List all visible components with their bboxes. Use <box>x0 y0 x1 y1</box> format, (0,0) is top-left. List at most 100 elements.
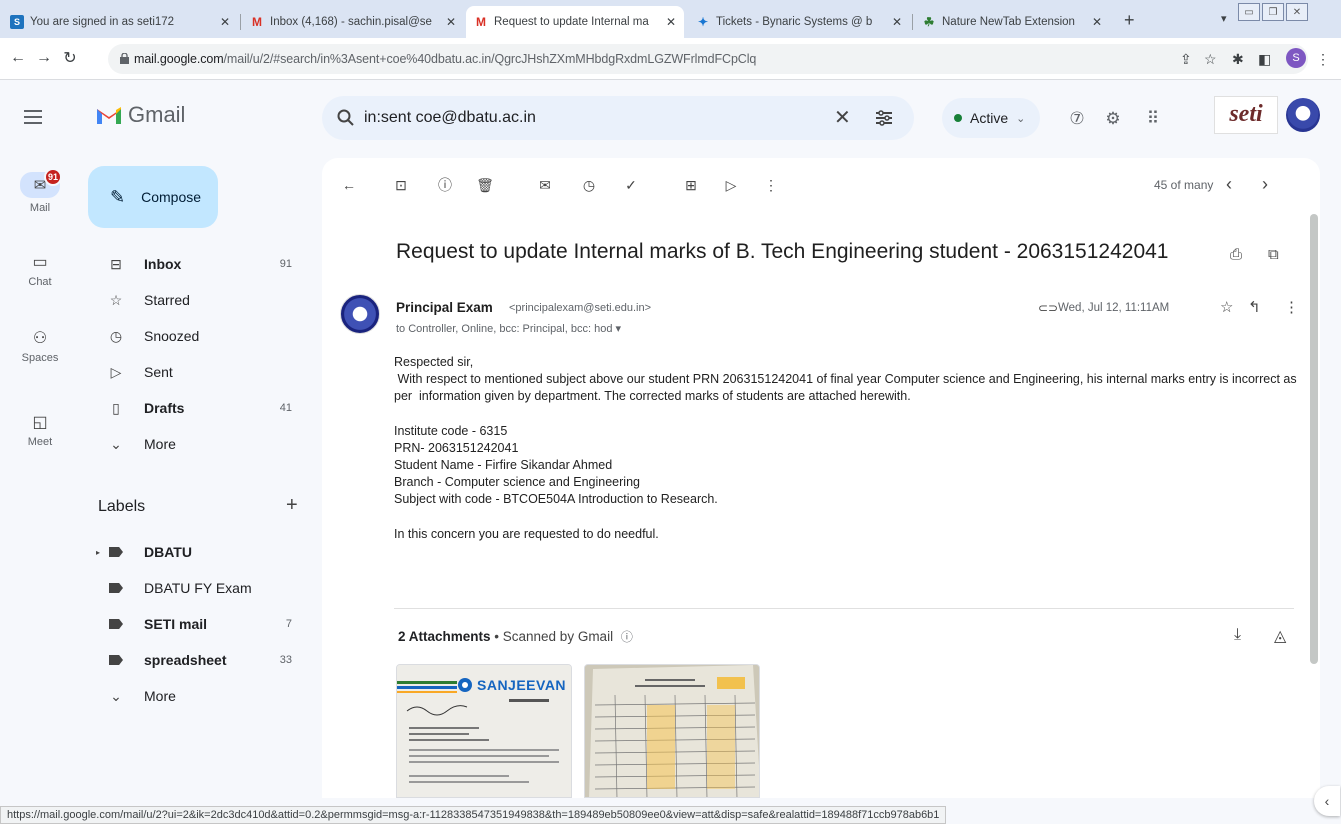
rail-item-chat[interactable]: ▭ Chat <box>0 252 80 288</box>
organization-logo[interactable]: seti <box>1214 96 1278 134</box>
rail-item-meet[interactable]: ◱ Meet <box>0 412 80 448</box>
print-icon[interactable]: ⎙ <box>1230 246 1242 263</box>
more-options-icon[interactable]: ⋮ <box>762 176 780 194</box>
older-chevron-icon[interactable]: › <box>1262 174 1268 195</box>
apps-grid-icon[interactable]: ⠿ <box>1142 108 1164 130</box>
reload-icon[interactable]: ↻ <box>60 48 80 68</box>
message-more-icon[interactable]: ⋮ <box>1284 298 1299 316</box>
address-bar[interactable]: mail.google.com/mail/u/2/#search/in%3Ase… <box>108 44 1308 74</box>
info-icon[interactable]: ⓘ <box>621 630 633 644</box>
sidebar-item-drafts[interactable]: ▯ Drafts 41 <box>80 392 314 424</box>
browser-tab[interactable]: S You are signed in as seti172 ✕ <box>2 6 238 38</box>
label-item-dbatu[interactable]: ▸ DBATU <box>80 536 314 568</box>
back-to-list-icon[interactable]: ← <box>340 176 358 194</box>
search-options-icon[interactable] <box>874 108 894 128</box>
compose-label: Compose <box>141 189 202 205</box>
rail-label: Mail <box>29 202 51 214</box>
report-spam-icon[interactable]: ⓘ <box>436 176 454 194</box>
rail-item-spaces[interactable]: ⚇ Spaces <box>0 328 80 364</box>
sidebar-item-label: Snoozed <box>144 328 200 344</box>
close-tab-icon[interactable]: ✕ <box>446 15 456 29</box>
browser-menu-icon[interactable]: ⋮ <box>1316 51 1330 68</box>
browser-tab[interactable]: ☘ Nature NewTab Extension ✕ <box>914 6 1110 38</box>
minimize-window-button[interactable]: ▭ <box>1238 3 1260 21</box>
show-side-panel-chevron-icon[interactable]: ‹ <box>1314 786 1340 816</box>
sidebar-item-sent[interactable]: ▷ Sent <box>80 356 314 388</box>
browser-tab[interactable]: M Inbox (4,168) - sachin.pisal@se ✕ <box>242 6 464 38</box>
label-item-seti-mail[interactable]: SETI mail 7 <box>80 608 314 640</box>
search-input[interactable]: in:sent coe@dbatu.ac.in <box>364 109 536 127</box>
delete-icon[interactable]: 🗑 <box>476 176 494 194</box>
unread-badge: 91 <box>44 168 62 186</box>
main-menu-icon[interactable] <box>24 110 42 128</box>
status-dropdown[interactable]: Active ⌄ <box>942 98 1040 138</box>
add-to-tasks-icon[interactable]: ✓ <box>622 176 640 194</box>
mark-unread-icon[interactable]: ✉ <box>536 176 554 194</box>
tab-search-chevron-icon[interactable]: ▾ <box>1221 12 1227 25</box>
move-to-icon[interactable]: ⊞ <box>682 176 700 194</box>
label-count: 33 <box>279 654 292 666</box>
recipients-details[interactable]: to Controller, Online, bcc: Principal, b… <box>396 322 621 335</box>
new-tab-button[interactable]: + <box>1124 10 1135 31</box>
search-icon[interactable] <box>336 108 356 128</box>
profile-avatar[interactable]: S <box>1286 48 1306 68</box>
restore-window-button[interactable]: ❐ <box>1262 3 1284 21</box>
detail-line: Branch - Computer science and Engineerin… <box>394 475 640 489</box>
label-item-spreadsheet[interactable]: spreadsheet 33 <box>80 644 314 676</box>
gmail-logo[interactable]: Gmail <box>96 102 185 128</box>
closing-line: In this concern you are requested to do … <box>394 527 659 541</box>
snooze-icon[interactable]: ◷ <box>580 176 598 194</box>
labels-more[interactable]: ⌄ More <box>80 680 314 712</box>
share-icon[interactable]: ⇪ <box>1180 51 1192 68</box>
detail-line: PRN- 2063151242041 <box>394 441 519 455</box>
sidebar-item-inbox[interactable]: ⊟ Inbox 91 <box>80 248 314 280</box>
close-tab-icon[interactable]: ✕ <box>1092 15 1102 29</box>
attachments-title: 2 Attachments <box>398 629 491 644</box>
sidebar-item-more[interactable]: ⌄ More <box>80 428 314 460</box>
email-subject: Request to update Internal marks of B. T… <box>396 240 1169 263</box>
sender-email: <principalexam@seti.edu.in> <box>509 302 652 314</box>
gear-icon[interactable]: ⚙ <box>1102 108 1124 130</box>
close-tab-icon[interactable]: ✕ <box>892 15 902 29</box>
clear-search-icon[interactable]: ✕ <box>834 105 851 130</box>
compose-button[interactable]: ✎ Compose <box>88 166 218 228</box>
search-bar[interactable]: in:sent coe@dbatu.ac.in ✕ <box>322 96 914 140</box>
label-tag-icon <box>106 655 126 665</box>
close-tab-icon[interactable]: ✕ <box>220 15 230 29</box>
sidebar-item-starred[interactable]: ☆ Starred <box>80 284 314 316</box>
back-arrow-icon[interactable]: ← <box>8 48 28 68</box>
label-name: More <box>144 688 176 704</box>
forward-arrow-icon[interactable]: → <box>34 48 54 68</box>
extensions-puzzle-icon[interactable]: ✱ <box>1232 51 1244 68</box>
sidebar-item-snoozed[interactable]: ◷ Snoozed <box>80 320 314 352</box>
browser-tab-active[interactable]: M Request to update Internal ma ✕ <box>466 6 684 38</box>
add-label-icon[interactable]: + <box>286 494 298 517</box>
close-tab-icon[interactable]: ✕ <box>666 15 676 29</box>
message-date: Wed, Jul 12, 11:11AM <box>1058 302 1170 314</box>
scrollbar[interactable] <box>1310 214 1318 664</box>
archive-icon[interactable]: ⊡ <box>392 176 410 194</box>
close-window-button[interactable]: ✕ <box>1286 3 1308 21</box>
account-avatar[interactable] <box>1286 98 1320 132</box>
attachment-thumbnail[interactable] <box>584 664 760 798</box>
sender-avatar[interactable] <box>340 294 380 334</box>
browser-tab[interactable]: ✦ Tickets - Bynaric Systems @ b ✕ <box>688 6 910 38</box>
star-icon[interactable]: ☆ <box>1220 298 1233 316</box>
add-to-drive-icon[interactable]: ◬ <box>1274 626 1286 646</box>
bookmark-star-icon[interactable]: ☆ <box>1204 51 1217 68</box>
label-icon[interactable]: ▷ <box>722 176 740 194</box>
gmail-favicon: M <box>252 15 262 29</box>
label-tag-icon: ▸ <box>96 547 126 557</box>
download-all-icon[interactable]: ⤓ <box>1234 626 1241 644</box>
open-new-window-icon[interactable]: ⧉ <box>1268 246 1279 263</box>
expand-arrow-icon[interactable]: ▸ <box>96 548 100 557</box>
side-panel-icon[interactable]: ◧ <box>1258 51 1271 68</box>
rail-item-mail[interactable]: ✉ Mail <box>0 172 80 214</box>
sender-name[interactable]: Principal Exam <box>396 300 493 315</box>
label-item-dbatu-fy-exam[interactable]: DBATU FY Exam <box>80 572 314 604</box>
help-icon[interactable]: ⑦ <box>1066 108 1088 130</box>
newer-chevron-icon[interactable]: ‹ <box>1226 174 1232 195</box>
label-name: DBATU <box>144 544 192 560</box>
attachment-thumbnail[interactable]: SANJEEVAN <box>396 664 572 798</box>
reply-icon[interactable]: ↰ <box>1248 298 1261 316</box>
